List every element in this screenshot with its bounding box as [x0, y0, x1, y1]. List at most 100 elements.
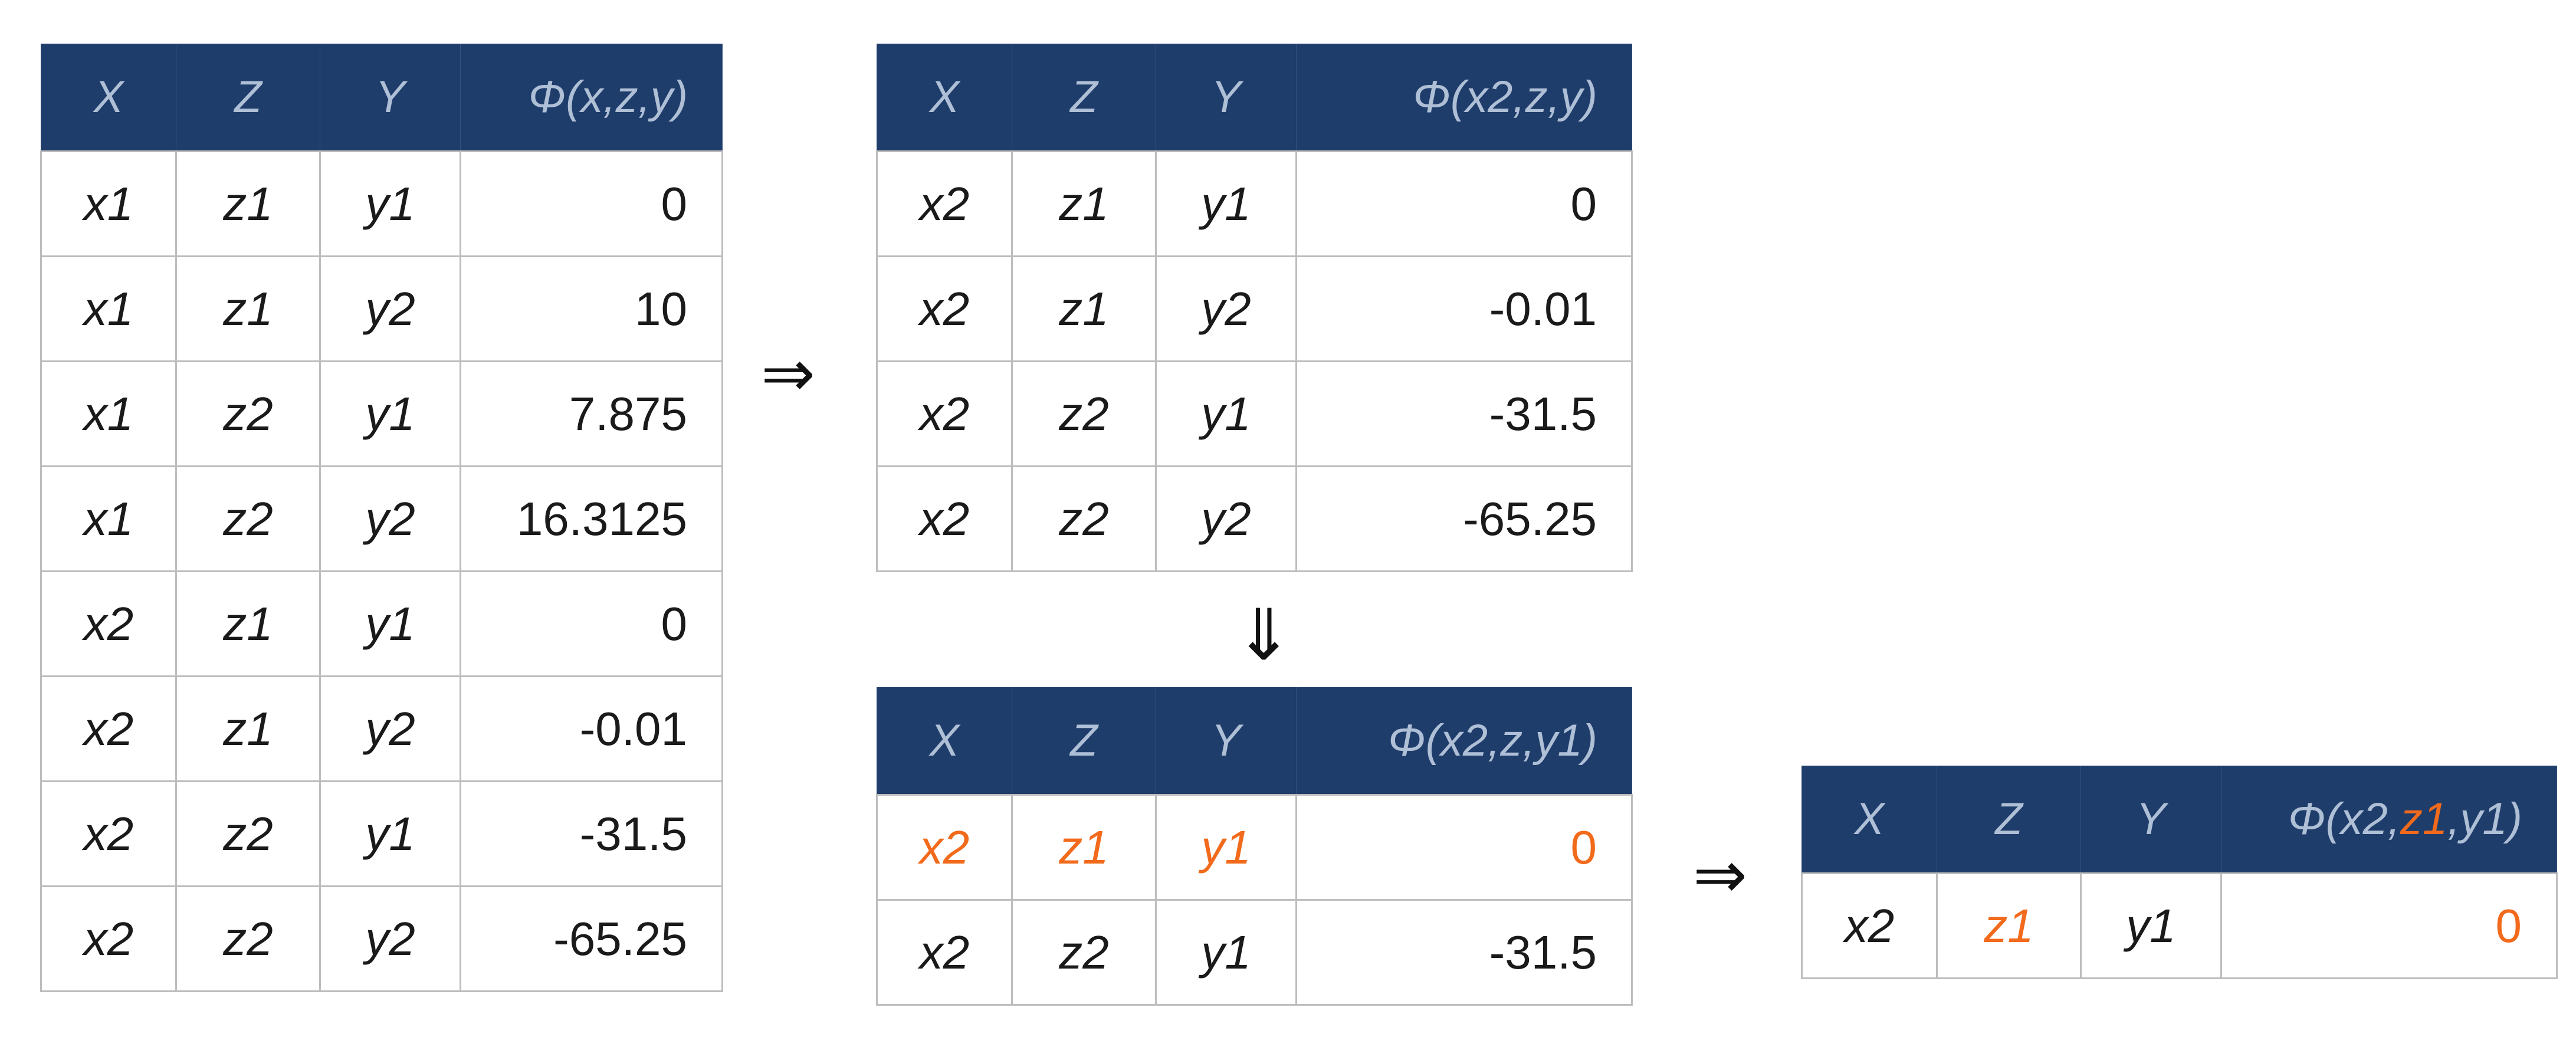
cell-z: z2 [175, 465, 321, 572]
cell-y: y2 [319, 885, 461, 992]
header-phi: Φ(x2,z,y1) [1296, 687, 1632, 795]
cell-x: x2 [876, 255, 1013, 362]
table-row: x2 z1 y1 0 [876, 150, 1633, 257]
header-phi: Φ(x2,z1,y1) [2221, 766, 2557, 874]
cell-y: y1 [1155, 360, 1297, 467]
table-row: x2 z2 y2 -65.25 [876, 465, 1633, 572]
cell-phi: 0 [460, 570, 723, 677]
header-phi-suffix: ,y1) [2447, 794, 2522, 844]
cell-x: x2 [40, 570, 177, 677]
table-row: x2 z2 y1 -31.5 [876, 360, 1633, 467]
table-row: x2 z1 y2 -0.01 [876, 255, 1633, 362]
table-row: x2 z2 y1 -31.5 [40, 780, 723, 887]
table-header-row: X Z Y Φ(x2,z,y) [877, 44, 1632, 152]
header-x: X [877, 44, 1012, 152]
cell-x: x2 [40, 780, 177, 887]
cell-z: z1 [175, 150, 321, 257]
cell-phi: 10 [460, 255, 723, 362]
cell-z: z1 [1936, 872, 2082, 979]
header-y: Y [320, 44, 461, 152]
table-row: x1 z1 y1 0 [40, 150, 723, 257]
table-row: x1 z2 y1 7.875 [40, 360, 723, 467]
header-x: X [41, 44, 176, 152]
cell-z: z2 [1011, 899, 1157, 1006]
table-header-row: X Z Y Φ(x,z,y) [41, 44, 723, 152]
cell-phi: -0.01 [1295, 255, 1633, 362]
cell-x: x2 [876, 899, 1013, 1006]
cell-phi: -31.5 [1295, 899, 1633, 1006]
header-z: Z [1937, 766, 2081, 874]
cell-y: y1 [1155, 794, 1297, 901]
header-y: Y [1156, 687, 1297, 795]
cell-y: y2 [1155, 465, 1297, 572]
cell-y: y1 [1155, 899, 1297, 1006]
cell-x: x2 [40, 675, 177, 782]
cell-y: y1 [319, 570, 461, 677]
cell-phi: -0.01 [460, 675, 723, 782]
cell-y: y1 [1155, 150, 1297, 257]
cell-x: x1 [40, 465, 177, 572]
right-arrow-icon: ⇒ [761, 336, 816, 411]
cell-y: y2 [319, 465, 461, 572]
cell-z: z1 [1011, 255, 1157, 362]
down-arrow-icon: ⇓ [1234, 595, 1294, 677]
cell-y: y2 [1155, 255, 1297, 362]
cell-phi: 7.875 [460, 360, 723, 467]
header-x: X [877, 687, 1012, 795]
cell-x: x1 [40, 255, 177, 362]
header-z: Z [1012, 687, 1156, 795]
cell-y: y1 [319, 780, 461, 887]
table-row: x2 z2 y1 -31.5 [876, 899, 1633, 1006]
cell-x: x2 [1801, 872, 1938, 979]
cell-z: z1 [175, 255, 321, 362]
table-result: X Z Y Φ(x2,z1,y1) x2 z1 y1 0 [1801, 766, 2558, 979]
table-row-highlighted: x2 z1 y1 0 [876, 794, 1633, 901]
cell-z: z2 [1011, 360, 1157, 467]
cell-phi: 0 [2220, 872, 2558, 979]
cell-phi: 0 [1295, 794, 1633, 901]
table-row: x2 z1 y2 -0.01 [40, 675, 723, 782]
cell-phi: 16.3125 [460, 465, 723, 572]
cell-z: z2 [1011, 465, 1157, 572]
table-header-row: X Z Y Φ(x2,z,y1) [877, 687, 1632, 795]
cell-phi: 0 [460, 150, 723, 257]
header-y: Y [2081, 766, 2221, 874]
cell-z: z2 [175, 780, 321, 887]
cell-x: x2 [876, 150, 1013, 257]
table-reduced-x2: X Z Y Φ(x2,z,y) x2 z1 y1 0 x2 z1 y2 -0.0… [876, 44, 1633, 572]
cell-x: x2 [876, 360, 1013, 467]
cell-z: z1 [175, 570, 321, 677]
table-reduced-x2-y1: X Z Y Φ(x2,z,y1) x2 z1 y1 0 x2 z2 y1 -31… [876, 687, 1633, 1006]
cell-y: y2 [319, 675, 461, 782]
header-x: X [1801, 766, 1937, 874]
header-phi: Φ(x,z,y) [460, 44, 723, 152]
cell-x: x2 [876, 794, 1013, 901]
table-row: x1 z2 y2 16.3125 [40, 465, 723, 572]
cell-phi: 0 [1295, 150, 1633, 257]
cell-z: z1 [1011, 794, 1157, 901]
table-row: x1 z1 y2 10 [40, 255, 723, 362]
right-arrow-icon: ⇒ [1693, 837, 1748, 913]
cell-z: z2 [175, 885, 321, 992]
table-row: x2 z1 y1 0 [1801, 872, 2558, 979]
header-phi-prefix: Φ(x2, [2288, 794, 2401, 844]
table-full-phi: X Z Y Φ(x,z,y) x1 z1 y1 0 x1 z1 y2 10 x1… [40, 44, 723, 992]
table-header-row: X Z Y Φ(x2,z1,y1) [1801, 766, 2557, 874]
header-phi: Φ(x2,z,y) [1296, 44, 1632, 152]
cell-phi: -31.5 [1295, 360, 1633, 467]
cell-y: y1 [319, 150, 461, 257]
header-z: Z [176, 44, 320, 152]
cell-phi: -31.5 [460, 780, 723, 887]
table-row: x2 z2 y2 -65.25 [40, 885, 723, 992]
cell-z: z1 [175, 675, 321, 782]
cell-x: x1 [40, 150, 177, 257]
cell-x: x2 [876, 465, 1013, 572]
cell-phi: -65.25 [460, 885, 723, 992]
cell-x: x1 [40, 360, 177, 467]
cell-phi: -65.25 [1295, 465, 1633, 572]
cell-z: z1 [1011, 150, 1157, 257]
table-row: x2 z1 y1 0 [40, 570, 723, 677]
cell-z: z2 [175, 360, 321, 467]
cell-y: y1 [319, 360, 461, 467]
header-y: Y [1156, 44, 1297, 152]
